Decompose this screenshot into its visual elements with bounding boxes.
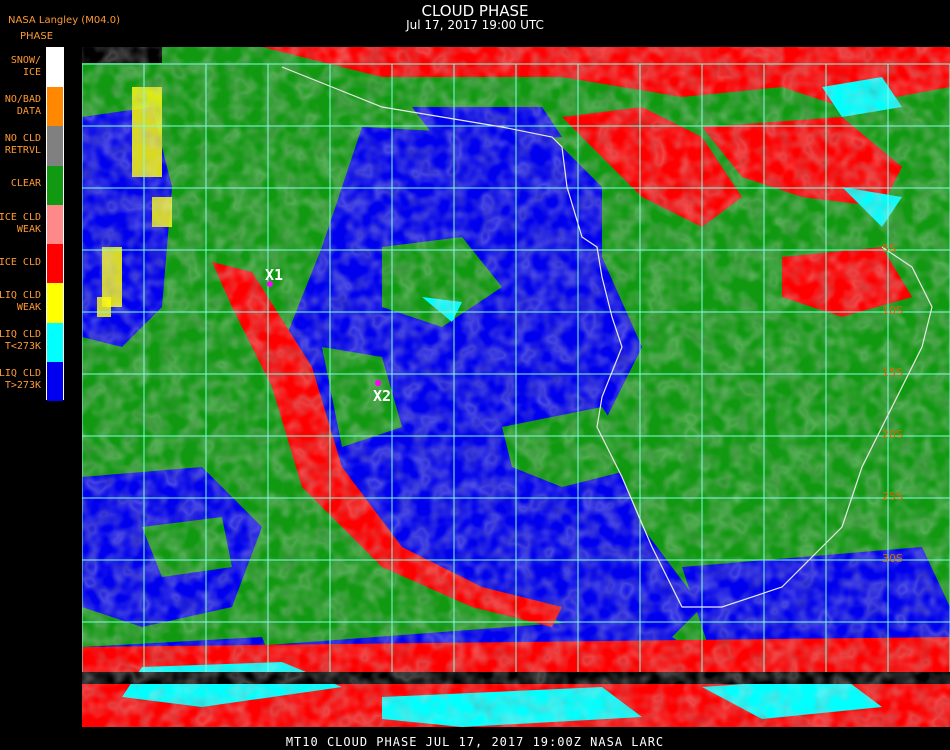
latitude-label: 10S	[882, 304, 903, 317]
legend-label-line: NO CLD	[4, 133, 41, 145]
legend-swatch	[47, 165, 63, 205]
marker-label: X2	[373, 387, 391, 405]
footer-caption: MT10 CLOUD PHASE JUL 17, 2017 19:00Z NAS…	[285, 735, 665, 749]
datetime-label: Jul 17, 2017 19:00 UTC	[406, 18, 544, 32]
satellite-map[interactable]: 5S 10S 15S 20S 25S 30S X1 X2	[82, 47, 950, 727]
marker-point[interactable]	[375, 380, 381, 386]
legend-label-line: WEAK	[16, 301, 41, 313]
legend-color-bar	[46, 47, 64, 401]
legend-label: CLEAR	[11, 178, 41, 190]
legend-label-line: ICE CLD	[0, 211, 41, 223]
legend-swatch	[47, 48, 63, 88]
legend-label: ICE CLD WEAK	[0, 212, 41, 236]
latitude-label: 15S	[882, 366, 903, 379]
legend-label: NO/BAD DATA	[5, 94, 41, 118]
legend-label: LIQ CLD WEAK	[0, 290, 41, 314]
legend-label-line: DATA	[16, 105, 41, 117]
legend-label-line: SNOW/	[10, 54, 41, 66]
legend-label-line: NO/BAD	[4, 93, 41, 105]
legend-swatch	[47, 204, 63, 245]
latitude-label: 20S	[882, 428, 903, 441]
legend-title: PHASE	[20, 31, 54, 42]
legend-label-line: T<273K	[4, 341, 41, 353]
legend-label-line: LIQ CLD	[0, 329, 41, 341]
legend-label-line: RETRVL	[4, 145, 41, 157]
legend-label: LIQ CLD T<273K	[0, 329, 41, 353]
legend-label-line: T>273K	[4, 380, 41, 392]
legend-label-line: CLEAR	[10, 178, 41, 190]
legend-label: SNOW/ICE	[11, 55, 41, 79]
legend-label: LIQ CLD T>273K	[0, 368, 41, 392]
legend-label-line: WEAK	[16, 223, 41, 235]
legend-swatch	[47, 126, 63, 166]
legend-label-line: LIQ CLD	[0, 368, 41, 380]
legend-swatch	[47, 361, 63, 401]
legend-label: NO CLD RETRVL	[5, 133, 41, 157]
latitude-label: 30S	[882, 552, 903, 565]
latitude-label: 5S	[882, 242, 896, 255]
latitude-label: 25S	[882, 490, 903, 503]
legend-label-line: ICE CLD	[0, 256, 41, 268]
legend-label-line: LIQ CLD	[0, 289, 41, 301]
legend-label-line: ICE	[22, 66, 41, 78]
marker-label: X1	[265, 266, 283, 284]
legend-swatch	[47, 283, 63, 323]
legend-swatch	[47, 244, 63, 284]
legend-label: ICE CLD	[0, 257, 41, 269]
legend-swatch	[47, 322, 63, 362]
legend-swatch	[47, 87, 63, 127]
